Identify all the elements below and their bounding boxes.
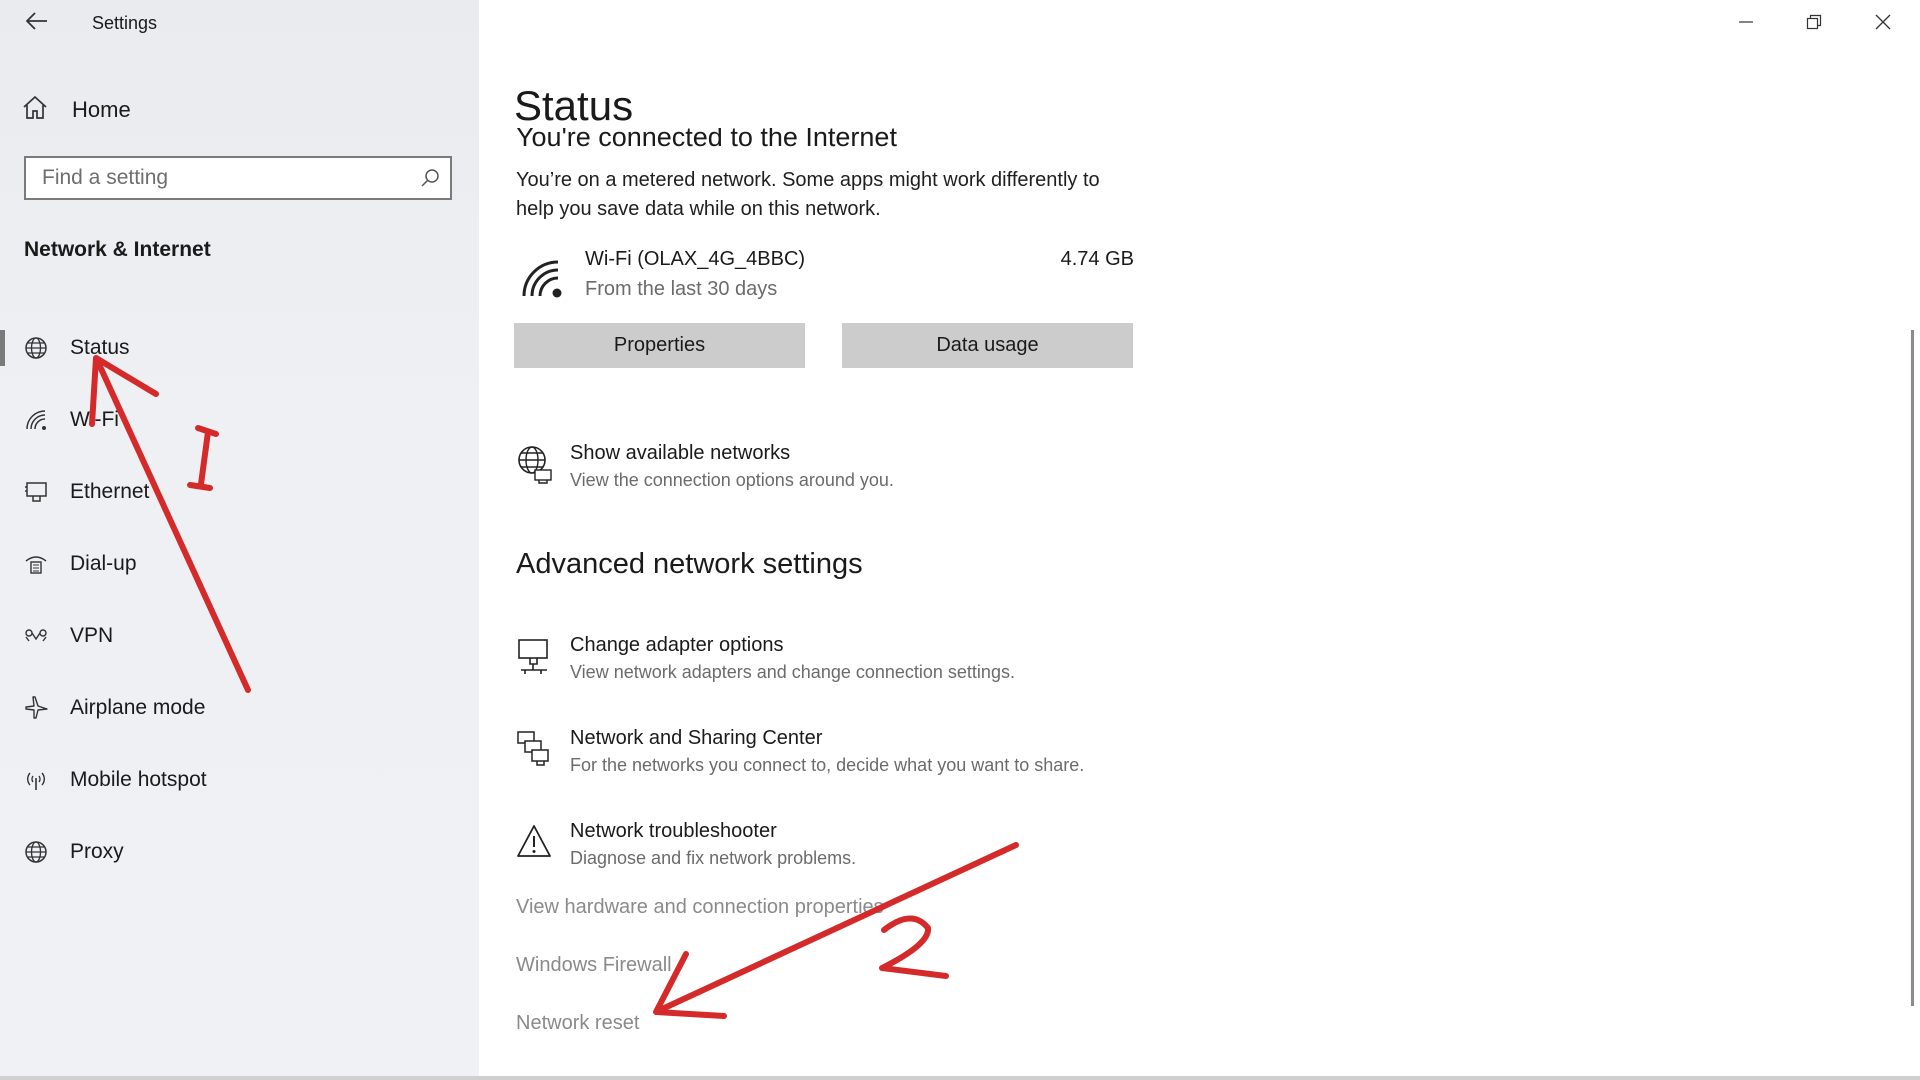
sidebar-item-label: Wi-Fi	[70, 408, 119, 431]
show-available-networks[interactable]: Show available networks View the connect…	[514, 442, 1214, 498]
option-subtitle: For the networks you connect to, decide …	[570, 755, 1085, 775]
sidebar-item-label: Status	[70, 336, 130, 359]
home-label: Home	[72, 97, 131, 122]
option-title: Network and Sharing Center	[570, 727, 823, 749]
sidebar-item-ethernet[interactable]: Ethernet	[0, 456, 479, 528]
sidebar-item-dialup[interactable]: Dial-up	[0, 528, 479, 600]
status-globe-icon	[22, 334, 50, 362]
sidebar-item-label: Dial-up	[70, 552, 137, 575]
change-adapter-options[interactable]: Change adapter options View network adap…	[514, 634, 1214, 690]
home-icon	[22, 95, 48, 126]
data-usage-button[interactable]: Data usage	[842, 323, 1133, 368]
sidebar-item-status[interactable]: Status	[0, 312, 479, 384]
warning-icon	[514, 822, 554, 862]
option-title: Network troubleshooter	[570, 820, 777, 842]
sidebar-item-label: Proxy	[70, 840, 124, 863]
globe-icon	[22, 838, 50, 866]
hardware-properties-link[interactable]: View hardware and connection properties	[516, 896, 884, 919]
sidebar-item-proxy[interactable]: Proxy	[0, 816, 479, 888]
window-title: Settings	[92, 13, 158, 33]
search-box	[24, 156, 452, 200]
vpn-icon	[22, 622, 50, 650]
connected-header: You're connected to the Internet	[516, 128, 897, 152]
connection-period: From the last 30 days	[585, 278, 778, 300]
search-icon[interactable]	[410, 168, 450, 188]
connection-row: Wi-Fi (OLAX_4G_4BBC) From the last 30 da…	[514, 244, 1134, 314]
home-nav-item[interactable]: Home	[22, 92, 131, 128]
sidebar-item-label: Mobile hotspot	[70, 768, 207, 791]
network-reset-link[interactable]: Network reset	[516, 1012, 639, 1035]
sidebar-item-mobile-hotspot[interactable]: Mobile hotspot	[0, 744, 479, 816]
network-troubleshooter[interactable]: Network troubleshooter Diagnose and fix …	[514, 820, 1214, 876]
wifi-signal-icon	[520, 256, 564, 305]
sidebar-item-vpn[interactable]: VPN	[0, 600, 479, 672]
sharing-center-icon	[514, 729, 554, 769]
connection-name: Wi-Fi (OLAX_4G_4BBC)	[585, 248, 806, 270]
section-title: Network & Internet	[24, 238, 211, 261]
sidebar-item-label: VPN	[70, 624, 114, 647]
windows-firewall-link[interactable]: Windows Firewall	[516, 954, 672, 977]
adapter-icon	[514, 636, 554, 676]
connection-usage: 4.74 GB	[1060, 248, 1134, 270]
option-subtitle: View network adapters and change connect…	[570, 662, 1015, 682]
sidebar-item-label: Ethernet	[70, 480, 150, 503]
close-icon	[1875, 14, 1891, 35]
page-title: Status	[514, 82, 634, 129]
option-title: Change adapter options	[570, 634, 784, 656]
airplane-icon	[22, 694, 50, 722]
metered-notice: You’re on a metered network. Some apps m…	[516, 169, 1100, 220]
advanced-settings-title: Advanced network settings	[516, 548, 863, 580]
properties-button[interactable]: Properties	[514, 323, 805, 368]
option-subtitle: Diagnose and fix network problems.	[570, 848, 857, 868]
dialup-icon	[22, 550, 50, 578]
sidebar-item-airplane-mode[interactable]: Airplane mode	[0, 672, 479, 744]
back-arrow-icon	[25, 11, 48, 35]
sidebar-item-wifi[interactable]: Wi-Fi	[0, 384, 479, 456]
sidebar-item-label: Airplane mode	[70, 696, 206, 719]
hotspot-icon	[22, 766, 50, 794]
ethernet-icon	[22, 478, 50, 506]
scrollbar[interactable]	[1911, 330, 1914, 1006]
sidebar: Settings Home Network & Internet Status …	[0, 0, 479, 1080]
wifi-icon	[22, 406, 50, 434]
bottom-edge	[0, 1076, 1920, 1080]
network-sharing-center[interactable]: Network and Sharing Center For the netwo…	[514, 727, 1214, 783]
main-content: Status You're connected to the Internet …	[514, 0, 1874, 1080]
back-button[interactable]	[22, 8, 52, 38]
nav-list: Status Wi-Fi Ethernet Dial-up VPN Airpla…	[0, 312, 479, 888]
option-title: Show available networks	[570, 442, 791, 464]
option-subtitle: View the connection options around you.	[570, 470, 894, 490]
search-input[interactable]	[26, 158, 410, 198]
network-globe-icon	[514, 444, 554, 484]
